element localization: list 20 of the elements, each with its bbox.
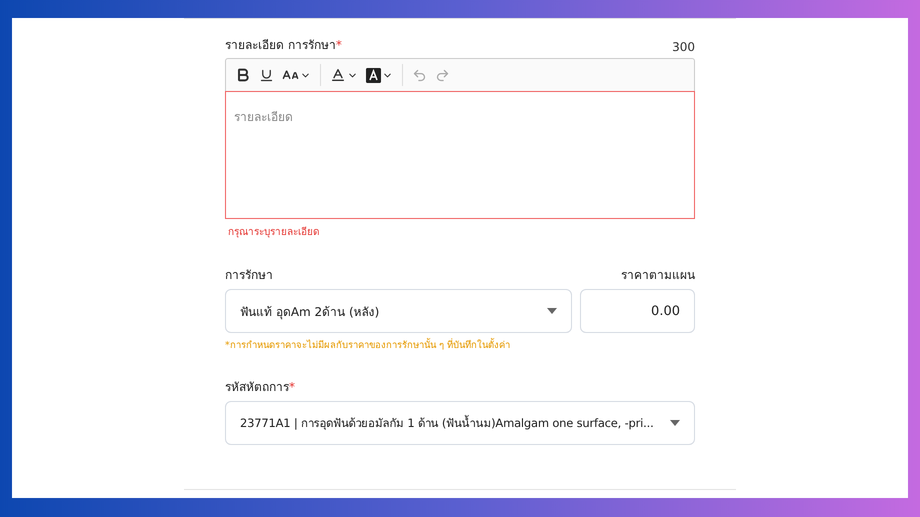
undo-icon: [412, 68, 427, 82]
treatment-select[interactable]: ฟันแท้ อุดAm 2ด้าน (หลัง): [225, 289, 572, 333]
details-editor[interactable]: รายละเอียด: [225, 91, 695, 219]
caret-icon: [547, 308, 557, 314]
field-label: การรักษา: [225, 267, 274, 284]
caret-icon: [670, 420, 680, 426]
field-label: รายละเอียด การรักษา*: [225, 37, 342, 54]
editor-placeholder: รายละเอียด: [234, 110, 293, 124]
character-counter: 300: [672, 40, 695, 54]
bold-icon: [235, 67, 251, 83]
underline-icon: [259, 68, 274, 82]
procedure-code-select[interactable]: 23771A1 | การอุดฟันด้วยอมัลกัม 1 ด้าน (ฟันน้ำนม)Amalgam one surface, -pri...: [225, 401, 695, 445]
price-note: *การกำหนดราคาจะไม่มีผลกับราคาของการรักษานั้น ๆ ที่บันทึกในตั้งค่า: [225, 337, 511, 352]
highlight-color-icon: [366, 68, 381, 82]
error-message: กรุณาระบุรายละเอียด: [228, 226, 320, 239]
field-label: รหัสหัตถการ*: [225, 379, 296, 396]
price-field[interactable]: 0.00: [580, 289, 695, 333]
text-color-icon: [330, 67, 346, 83]
redo-icon: [435, 68, 450, 82]
field-label: ราคาตามแผน: [620, 267, 695, 284]
